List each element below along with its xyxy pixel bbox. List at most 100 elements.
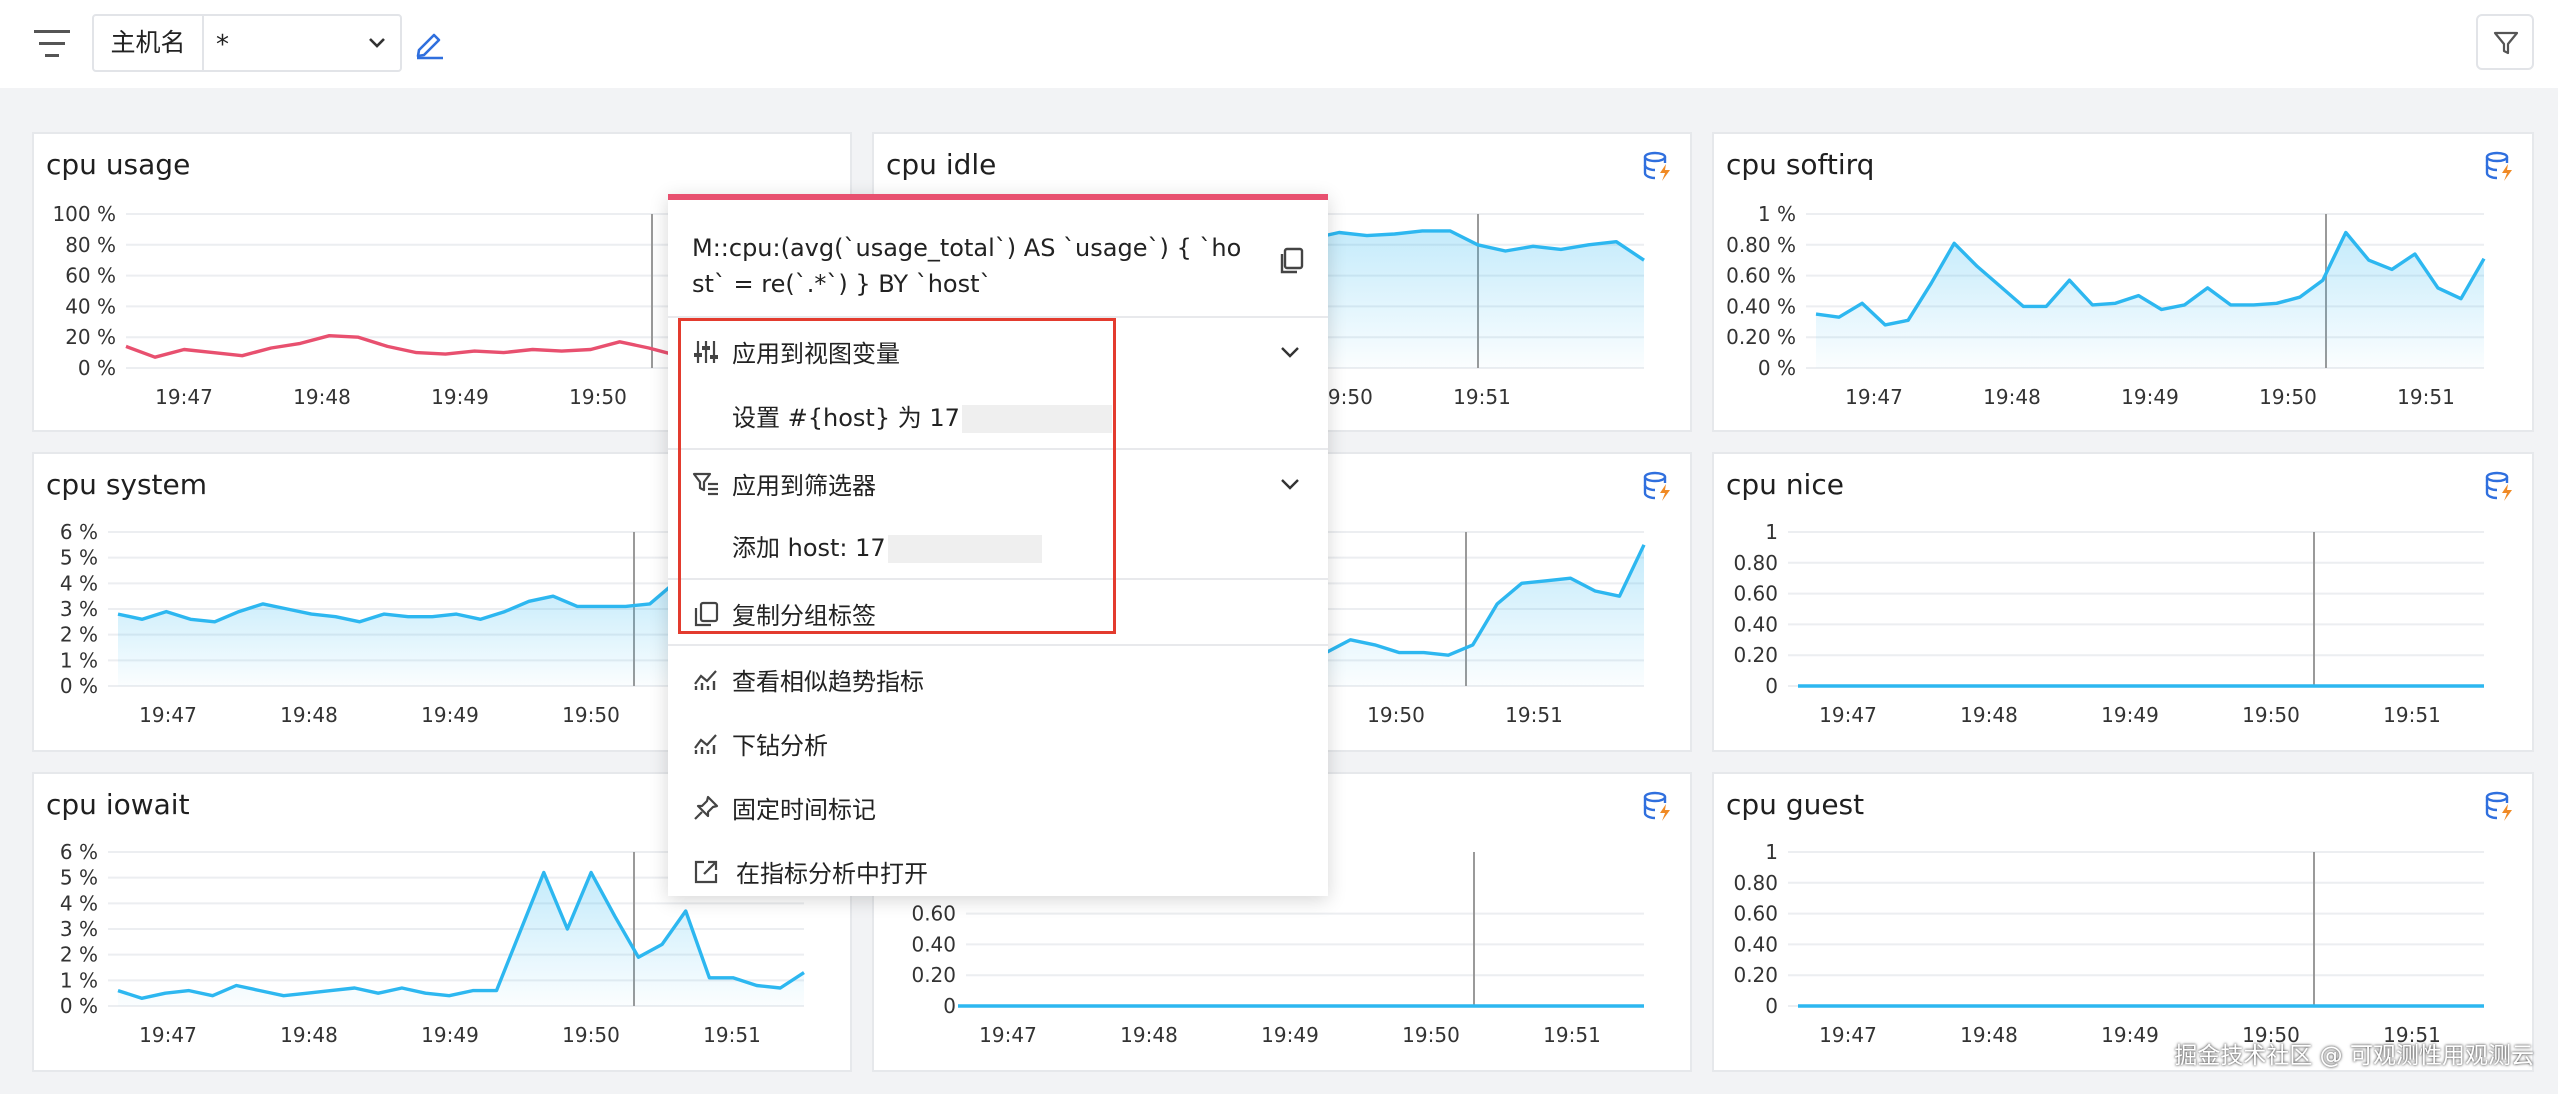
panel-cpu-softirq[interactable]: cpu softirq 1 % 0.80 % 0.60 % 0.40 % 0.20 % 0…: [1712, 132, 2534, 432]
y-tick-label: 0 %: [1758, 356, 1796, 380]
x-tick-label: 19:49: [2121, 385, 2179, 409]
y-tick-label: 0.60: [911, 902, 956, 926]
x-tick-label: 19:50: [2242, 703, 2300, 727]
funnel-icon: [2493, 31, 2519, 55]
y-tick-label: 0: [943, 994, 956, 1018]
menu-item-label: 查看相似趋势指标: [732, 668, 924, 696]
x-tick-label: 19:50: [569, 385, 627, 409]
y-tick-label: 0.40: [911, 932, 956, 956]
y-tick-label: 2 %: [60, 943, 98, 967]
chart-cpu-guest[interactable]: 10.800.600.400.20019:47 19:48 19:49 19:50 19…: [1714, 774, 2536, 1074]
host-variable-select[interactable]: 主机名 *: [92, 14, 402, 72]
y-tick-label: 0 %: [60, 994, 98, 1018]
highlight-annotation-box: [678, 318, 1116, 634]
y-tick-label: 1: [1765, 840, 1778, 864]
y-tick-label: 0.80: [1733, 551, 1778, 575]
x-tick-label: 19:49: [431, 385, 489, 409]
chevron-down-icon[interactable]: [1278, 340, 1302, 364]
x-tick-label: 19:48: [1120, 1023, 1178, 1047]
y-tick-label: 0: [1765, 994, 1778, 1018]
x-tick-label: 19:47: [979, 1023, 1037, 1047]
y-tick-label: 1 %: [60, 968, 98, 992]
host-variable-label: 主机名: [94, 16, 204, 70]
filter-lines-icon[interactable]: [34, 26, 70, 62]
panel-cpu-nice[interactable]: cpu nice 1 0.80 0.60 0.40 0.20 0 19:47 19:48 19:…: [1712, 452, 2534, 752]
x-tick-label: 19:47: [139, 703, 197, 727]
y-tick-label: 0.20 %: [1726, 325, 1796, 349]
menu-item-label: 下钻分析: [732, 732, 828, 760]
y-tick-label: 0 %: [60, 674, 98, 698]
x-tick-label: 19:47: [139, 1023, 197, 1047]
x-tick-label: 19:49: [421, 703, 479, 727]
pencil-icon[interactable]: [414, 26, 446, 60]
chevron-down-icon[interactable]: [366, 32, 388, 54]
x-tick-label: 19:47: [1819, 1023, 1877, 1047]
y-tick-label: 4 %: [60, 891, 98, 915]
y-tick-label: 1: [1765, 520, 1778, 544]
menu-item-drilldown[interactable]: 下钻分析: [668, 712, 1328, 774]
menu-item-pin-time-marker[interactable]: 固定时间标记: [668, 776, 1328, 838]
x-tick-label: 19:51: [1505, 703, 1563, 727]
y-tick-label: 0.60: [1733, 582, 1778, 606]
series-area: [118, 583, 674, 686]
menu-item-similar-trends[interactable]: 查看相似趋势指标: [668, 648, 1328, 710]
x-tick-label: 19:47: [155, 385, 213, 409]
x-tick-label: 19:50: [562, 1023, 620, 1047]
y-tick-label: 40 %: [65, 294, 116, 318]
y-tick-label: 0.20: [1733, 963, 1778, 987]
y-tick-label: 0.40: [1733, 612, 1778, 636]
filter-button[interactable]: [2476, 14, 2534, 70]
x-tick-label: 19:49: [421, 1023, 479, 1047]
series-area: [1326, 544, 1644, 686]
trend-chart-icon: [694, 670, 717, 690]
y-tick-label: 100 %: [52, 202, 116, 226]
external-link-icon: [694, 860, 718, 884]
x-tick-label: 19:51: [2397, 385, 2455, 409]
y-tick-label: 5 %: [60, 546, 98, 570]
menu-item-label: 在指标分析中打开: [736, 860, 928, 888]
x-tick-label: 19:51: [703, 1023, 761, 1047]
chart-cpu-nice[interactable]: 1 0.80 0.60 0.40 0.20 0 19:47 19:48 19:49 19:50 19…: [1714, 454, 2536, 754]
series-area: [1816, 232, 2484, 368]
x-tick-label: 19:51: [2383, 703, 2441, 727]
x-tick-label: 19:48: [280, 703, 338, 727]
panel-cpu-guest[interactable]: cpu guest 1 0.80 0.60 0.40 0.20 0 19:47 19:48 19…: [1712, 772, 2534, 1072]
watermark: 掘金技术社区 @ 可观测性用观测云: [2174, 1043, 2534, 1069]
x-tick-label: 19:51: [1543, 1023, 1601, 1047]
y-tick-label: 60 %: [65, 264, 116, 288]
y-tick-label: 0: [1765, 674, 1778, 698]
copy-icon[interactable]: [1276, 246, 1306, 276]
chart-cpu-softirq[interactable]: 1 % 0.80 % 0.60 % 0.40 % 0.20 % 0 % 19:47 19:48…: [1714, 134, 2536, 434]
y-tick-label: 0.80: [1733, 871, 1778, 895]
x-tick-label: 19:49: [2101, 703, 2159, 727]
menu-item-label: 固定时间标记: [732, 796, 876, 824]
divider: [668, 644, 1328, 646]
menu-item-open-in-metric-analysis[interactable]: 在指标分析中打开: [668, 840, 1328, 902]
y-tick-label: 0 %: [78, 356, 116, 380]
y-tick-label: 4 %: [60, 571, 98, 595]
x-tick-label: 19:48: [1983, 385, 2041, 409]
x-tick-label: 19:49: [2101, 1023, 2159, 1047]
y-tick-label: 0.80 %: [1726, 233, 1796, 257]
y-tick-label: 0.60 %: [1726, 264, 1796, 288]
x-tick-label: 19:47: [1819, 703, 1877, 727]
top-toolbar: 主机名 *: [0, 0, 2558, 88]
y-tick-label: 0.40 %: [1726, 294, 1796, 318]
x-tick-label: 19:47: [1845, 385, 1903, 409]
x-tick-label: 19:48: [293, 385, 351, 409]
x-tick-label: 19:48: [1960, 703, 2018, 727]
x-tick-label: 19:50: [1367, 703, 1425, 727]
x-tick-label: 19:50: [2259, 385, 2317, 409]
trend-chart-icon: [694, 734, 717, 754]
chevron-down-icon[interactable]: [1278, 472, 1302, 496]
query-text: M::cpu:(avg(`usage_total`) AS `usage`) {…: [692, 234, 1242, 298]
host-variable-value[interactable]: *: [216, 16, 229, 70]
y-tick-label: 3 %: [60, 917, 98, 941]
x-tick-label: 19:48: [280, 1023, 338, 1047]
y-tick-label: 5 %: [60, 866, 98, 890]
y-tick-label: 0.20: [911, 963, 956, 987]
x-tick-label: 19:50: [562, 703, 620, 727]
y-tick-label: 0.60: [1733, 902, 1778, 926]
y-tick-label: 6 %: [60, 840, 98, 864]
y-tick-label: 1 %: [1758, 202, 1796, 226]
